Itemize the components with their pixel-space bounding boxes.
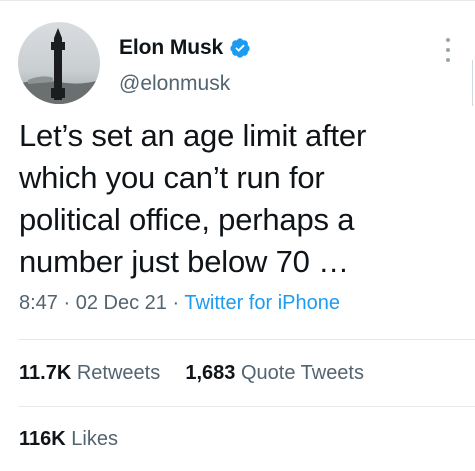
- avatar[interactable]: [18, 22, 100, 104]
- meta-separator: ·: [172, 292, 180, 314]
- author-name-row[interactable]: Elon Musk: [119, 36, 251, 60]
- likes-count: 116K: [19, 428, 66, 450]
- tweet-meta: 8:47 · 02 Dec 21 · Twitter for iPhone: [19, 292, 340, 315]
- tweet-line: political office, perhaps a: [19, 202, 355, 237]
- tweet-date[interactable]: 02 Dec 21: [76, 292, 167, 314]
- likes-stat[interactable]: 116K Likes: [19, 428, 118, 451]
- author-handle[interactable]: @elonmusk: [119, 72, 230, 96]
- author-name[interactable]: Elon Musk: [119, 36, 223, 60]
- tweet-line: number just below 70 …: [19, 244, 349, 279]
- retweets-label: Retweets: [76, 362, 161, 384]
- more-options-icon[interactable]: [445, 38, 451, 64]
- meta-separator: ·: [63, 292, 71, 314]
- divider: [18, 406, 475, 407]
- tweet-line: Let’s set an age limit after: [19, 118, 367, 153]
- verified-badge-icon: [230, 38, 250, 58]
- tweet-text: Let’s set an age limit after which you c…: [19, 115, 459, 283]
- likes-label: Likes: [71, 428, 118, 450]
- tweet-line: which you can’t run for: [19, 160, 325, 195]
- tweet-source-link[interactable]: Twitter for iPhone: [184, 292, 340, 314]
- retweets-stat[interactable]: 11.7K Retweets: [19, 362, 166, 384]
- retweets-count: 11.7K: [19, 362, 72, 384]
- right-edge-divider: [472, 60, 473, 106]
- quote-tweets-label: Quote Tweets: [240, 362, 364, 384]
- quote-tweets-count: 1,683: [185, 362, 236, 384]
- top-divider: [0, 0, 475, 1]
- avatar-image: [18, 22, 100, 104]
- engagement-stats: 11.7K Retweets 1,683 Quote Tweets: [19, 362, 364, 385]
- divider: [18, 339, 475, 340]
- quote-tweets-stat[interactable]: 1,683 Quote Tweets: [185, 362, 364, 384]
- tweet-time[interactable]: 8:47: [19, 292, 58, 314]
